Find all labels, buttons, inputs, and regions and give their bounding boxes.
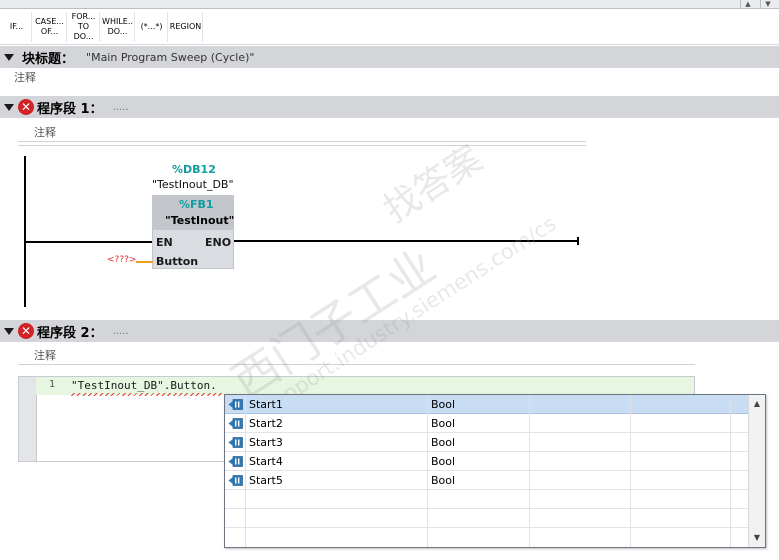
network1-comment: 注释 bbox=[34, 126, 56, 139]
block-comment[interactable]: 注释 bbox=[14, 69, 36, 85]
error-icon: ✕ bbox=[18, 323, 34, 339]
comment-block-label: (*...*) bbox=[140, 22, 163, 31]
for-label-line2: TO DO... bbox=[73, 22, 94, 41]
unconnected-operand[interactable]: <???> bbox=[107, 255, 136, 265]
autocomplete-item[interactable]: Start5 Bool bbox=[225, 471, 748, 490]
fb-address: %FB1 bbox=[179, 198, 214, 211]
parameter-variable-icon bbox=[228, 399, 243, 410]
autocomplete-item[interactable]: Start3 Bool bbox=[225, 433, 748, 452]
case-label-line1: CASE... bbox=[35, 17, 64, 26]
parameter-variable-icon bbox=[228, 418, 243, 429]
autocomplete-item[interactable]: Start2 Bool bbox=[225, 414, 748, 433]
item-type: Bool bbox=[431, 398, 456, 411]
parameter-variable-icon bbox=[228, 437, 243, 448]
network2-header[interactable]: ✕ 程序段 2： ..... bbox=[0, 320, 779, 342]
rung-end-marker bbox=[577, 237, 579, 245]
column-divider bbox=[730, 395, 731, 547]
empty-row bbox=[225, 490, 748, 509]
divider bbox=[18, 145, 586, 146]
parameter-variable-icon bbox=[228, 456, 243, 467]
region-label: REGION bbox=[169, 22, 202, 31]
scroll-up-icon[interactable]: ▲ bbox=[749, 397, 765, 411]
autocomplete-popup[interactable]: Start1 Bool Start2 Bool Start3 Bool Star… bbox=[224, 394, 766, 548]
db-name[interactable]: "TestInout_DB" bbox=[152, 178, 234, 191]
while-do-button[interactable]: WHILE.. DO... bbox=[101, 12, 135, 42]
code-gutter bbox=[18, 376, 36, 462]
rung-wire-left bbox=[25, 241, 153, 243]
network1-comment-row[interactable]: 注释 bbox=[18, 122, 586, 142]
fb-call-box[interactable]: %FB1 "TestInout" EN ENO Button bbox=[152, 195, 234, 269]
fb-header: %FB1 "TestInout" bbox=[153, 196, 235, 230]
item-name: Start3 bbox=[249, 436, 283, 449]
scl-toolbar: IF... CASE... OF... FOR... TO DO... WHIL… bbox=[0, 9, 779, 45]
block-title-value[interactable]: "Main Program Sweep (Cycle)" bbox=[86, 51, 254, 64]
error-icon: ✕ bbox=[18, 99, 34, 115]
scroll-down-icon[interactable]: ▼ bbox=[760, 0, 775, 8]
item-name: Start4 bbox=[249, 455, 283, 468]
code-line-text[interactable]: "TestInout_DB".Button. bbox=[71, 379, 217, 392]
network1-header[interactable]: ✕ 程序段 1： ..... bbox=[0, 96, 779, 118]
window-top-strip: ▲ ▼ bbox=[0, 0, 779, 9]
popup-scrollbar[interactable]: ▲ ▼ bbox=[748, 395, 765, 547]
empty-row bbox=[225, 528, 748, 547]
network2-comment: 注释 bbox=[34, 349, 56, 362]
comment-block-button[interactable]: (*...*) bbox=[136, 12, 168, 42]
column-divider bbox=[630, 395, 631, 547]
while-label-line2: DO... bbox=[107, 27, 128, 36]
parameter-variable-icon bbox=[228, 475, 243, 486]
scroll-down-icon[interactable]: ▼ bbox=[749, 531, 765, 545]
line-number: 1 bbox=[49, 379, 56, 390]
button-pin-wire bbox=[136, 261, 153, 263]
network2-title: 程序段 2： bbox=[37, 325, 103, 341]
item-type: Bool bbox=[431, 417, 456, 430]
for-label-line1: FOR... bbox=[71, 12, 96, 21]
while-label-line1: WHILE.. bbox=[102, 17, 133, 26]
autocomplete-item[interactable]: Start4 Bool bbox=[225, 452, 748, 471]
pin-button: Button bbox=[156, 255, 199, 268]
column-divider bbox=[245, 395, 246, 547]
item-name: Start1 bbox=[249, 398, 283, 411]
if-button-label: IF... bbox=[9, 22, 24, 31]
left-power-rail bbox=[24, 156, 26, 307]
item-type: Bool bbox=[431, 455, 456, 468]
network1-dots[interactable]: ..... bbox=[113, 102, 129, 113]
network2-dots[interactable]: ..... bbox=[113, 326, 129, 337]
pin-en: EN bbox=[156, 236, 173, 249]
db-address: %DB12 bbox=[172, 163, 216, 176]
rung-wire-right bbox=[234, 240, 578, 242]
empty-row bbox=[225, 509, 748, 528]
network1-title: 程序段 1： bbox=[37, 101, 103, 117]
pin-eno: ENO bbox=[205, 236, 232, 249]
scroll-up-icon[interactable]: ▲ bbox=[740, 0, 755, 8]
block-title-label: 块标题： bbox=[22, 51, 75, 67]
item-name: Start5 bbox=[249, 474, 283, 487]
autocomplete-item[interactable]: Start1 Bool bbox=[225, 395, 748, 414]
case-label-line2: OF... bbox=[40, 27, 59, 36]
syntax-error-underline bbox=[71, 393, 224, 396]
if-button[interactable]: IF... bbox=[2, 12, 32, 42]
case-of-button[interactable]: CASE... OF... bbox=[33, 12, 67, 42]
collapse-triangle-icon[interactable] bbox=[4, 103, 14, 111]
block-title-header[interactable]: 块标题： "Main Program Sweep (Cycle)" bbox=[0, 46, 779, 68]
network2-comment-row[interactable]: 注释 bbox=[18, 345, 695, 365]
column-divider bbox=[427, 395, 428, 547]
column-divider bbox=[529, 395, 530, 547]
item-name: Start2 bbox=[249, 417, 283, 430]
collapse-triangle-icon[interactable] bbox=[4, 327, 14, 335]
for-to-do-button[interactable]: FOR... TO DO... bbox=[68, 12, 100, 42]
item-type: Bool bbox=[431, 474, 456, 487]
item-type: Bool bbox=[431, 436, 456, 449]
fb-name: "TestInout" bbox=[165, 214, 235, 227]
collapse-triangle-icon[interactable] bbox=[4, 53, 14, 61]
region-button[interactable]: REGION bbox=[169, 12, 203, 42]
